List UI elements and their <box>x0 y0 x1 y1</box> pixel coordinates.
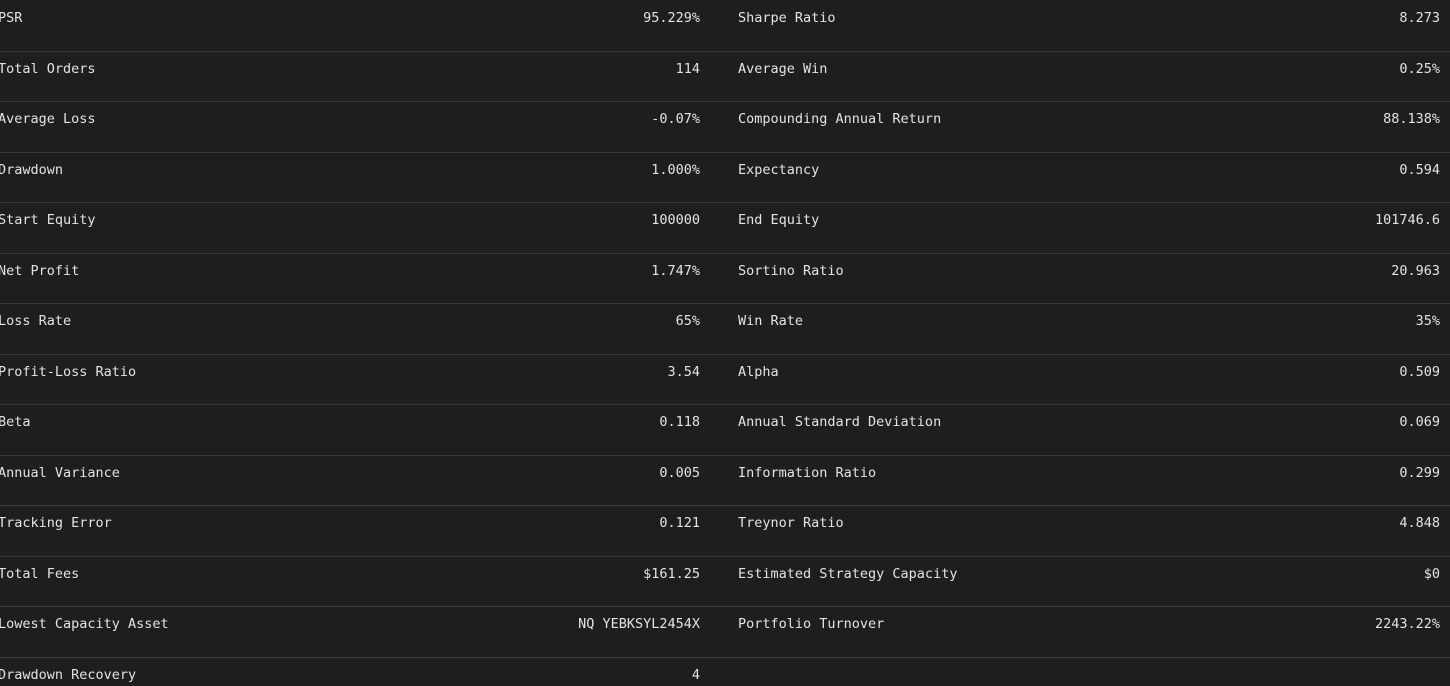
stat-label-treynor-ratio: Treynor Ratio <box>738 515 844 531</box>
stat-label-lowest-capacity-asset: Lowest Capacity Asset <box>0 616 169 632</box>
stat-row-start-equity: Start Equity 100000 End Equity 101746.6 <box>0 202 1450 254</box>
stat-row-drawdown: Drawdown 1.000% Expectancy 0.594 <box>0 152 1450 203</box>
stat-row-drawdown-recovery: Drawdown Recovery 4 <box>0 657 1450 686</box>
stat-label-compounding-annual-return: Compounding Annual Return <box>738 111 942 127</box>
stat-value-annual-standard-deviation: 0.069 <box>1399 414 1440 430</box>
stat-value-net-profit: 1.747% <box>651 262 700 279</box>
stat-label-win-rate: Win Rate <box>738 313 804 329</box>
stat-value-drawdown-recovery: 4 <box>691 666 700 683</box>
stat-row-annual-variance: Annual Variance 0.005 Information Ratio … <box>0 455 1450 506</box>
stat-value-compounding-annual-return: 88.138% <box>1383 111 1440 127</box>
stat-value-annual-variance: 0.005 <box>659 464 700 481</box>
stat-label-drawdown: Drawdown <box>0 161 64 178</box>
stat-value-end-equity: 101746.6 <box>1374 212 1440 228</box>
stat-row-profit-loss-ratio: Profit-Loss Ratio 3.54 Alpha 0.509 <box>0 354 1450 405</box>
stat-row-psr: PSR 95.229% Sharpe Ratio 8.273 <box>0 0 1450 52</box>
stat-row-net-profit: Net Profit 1.747% Sortino Ratio 20.963 <box>0 253 1450 304</box>
stat-label-expectancy: Expectancy <box>738 161 820 178</box>
stat-value-start-equity: 100000 <box>651 212 700 228</box>
statistics-table: PSR 95.229% Sharpe Ratio 8.273 Total Ord… <box>0 0 1450 686</box>
stat-row-total-orders: Total Orders 114 Average Win 0.25% <box>0 51 1450 102</box>
stat-value-total-fees: $161.25 <box>643 565 700 582</box>
stat-value-loss-rate: 65% <box>675 313 700 329</box>
stat-label-average-loss: Average Loss <box>0 111 96 127</box>
stat-value-average-loss: -0.07% <box>651 111 700 127</box>
stat-value-profit-loss-ratio: 3.54 <box>667 363 700 380</box>
stat-value-beta: 0.118 <box>659 414 700 430</box>
stat-value-sharpe-ratio: 8.273 <box>1399 10 1440 26</box>
stat-row-loss-rate: Loss Rate 65% Win Rate 35% <box>0 303 1450 355</box>
stat-label-estimated-strategy-capacity: Estimated Strategy Capacity <box>738 565 958 582</box>
stat-label-net-profit: Net Profit <box>0 262 80 279</box>
stat-value-lowest-capacity-asset: NQ YEBKSYL2454X <box>578 616 700 632</box>
stat-row-beta: Beta 0.118 Annual Standard Deviation 0.0… <box>0 404 1450 456</box>
stat-label-total-orders: Total Orders <box>0 60 96 77</box>
stat-row-average-loss: Average Loss -0.07% Compounding Annual R… <box>0 101 1450 153</box>
stat-value-treynor-ratio: 4.848 <box>1399 515 1440 531</box>
stat-label-end-equity: End Equity <box>738 212 820 228</box>
stat-value-sortino-ratio: 20.963 <box>1391 262 1440 279</box>
stat-label-profit-loss-ratio: Profit-Loss Ratio <box>0 363 137 380</box>
stat-label-sortino-ratio: Sortino Ratio <box>738 262 844 279</box>
stat-label-loss-rate: Loss Rate <box>0 313 72 329</box>
stat-value-total-orders: 114 <box>675 60 700 77</box>
stat-label-annual-standard-deviation: Annual Standard Deviation <box>738 414 942 430</box>
stat-label-annual-variance: Annual Variance <box>0 464 120 481</box>
stat-label-psr: PSR <box>0 10 23 26</box>
stat-label-total-fees: Total Fees <box>0 565 80 582</box>
stat-label-information-ratio: Information Ratio <box>738 464 877 481</box>
stat-label-start-equity: Start Equity <box>0 212 96 228</box>
stat-row-tracking-error: Tracking Error 0.121 Treynor Ratio 4.848 <box>0 505 1450 557</box>
stat-value-tracking-error: 0.121 <box>659 515 700 531</box>
stat-value-estimated-strategy-capacity: $0 <box>1423 565 1440 582</box>
stat-value-win-rate: 35% <box>1415 313 1440 329</box>
stat-value-average-win: 0.25% <box>1399 60 1440 77</box>
stat-label-average-win: Average Win <box>738 60 828 77</box>
stat-value-portfolio-turnover: 2243.22% <box>1374 616 1440 632</box>
stat-row-lowest-capacity-asset: Lowest Capacity Asset NQ YEBKSYL2454X Po… <box>0 606 1450 658</box>
stat-label-alpha: Alpha <box>738 363 779 380</box>
stat-value-drawdown: 1.000% <box>651 161 700 178</box>
stat-value-psr: 95.229% <box>643 10 700 26</box>
stat-value-alpha: 0.509 <box>1399 363 1440 380</box>
stat-label-portfolio-turnover: Portfolio Turnover <box>738 616 885 632</box>
stat-label-sharpe-ratio: Sharpe Ratio <box>738 10 836 26</box>
stat-label-beta: Beta <box>0 414 31 430</box>
stat-label-tracking-error: Tracking Error <box>0 515 112 531</box>
stat-value-information-ratio: 0.299 <box>1399 464 1440 481</box>
stat-value-expectancy: 0.594 <box>1399 161 1440 178</box>
stat-label-drawdown-recovery: Drawdown Recovery <box>0 666 137 683</box>
stat-row-total-fees: Total Fees $161.25 Estimated Strategy Ca… <box>0 556 1450 607</box>
